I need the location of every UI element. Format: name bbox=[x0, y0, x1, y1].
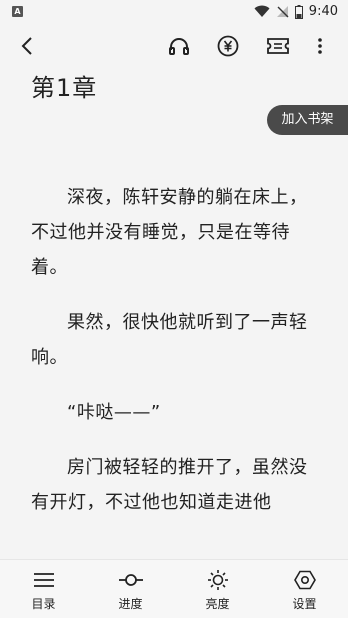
progress-icon bbox=[118, 573, 143, 586]
listen-button[interactable] bbox=[164, 24, 194, 68]
nav-catalog[interactable]: 目录 bbox=[0, 560, 87, 618]
bottom-nav: 目录 进度 亮度 设置 bbox=[0, 559, 348, 618]
menu-icon bbox=[33, 572, 54, 587]
chapter-content: 深夜，陈轩安静的躺在床上，不过他并没有睡觉，只是在等待着。 果然，很快他就听到了… bbox=[31, 180, 321, 540]
chapter-title: 第1章 bbox=[31, 74, 98, 102]
status-time: 9:40 bbox=[308, 4, 338, 19]
status-indicators: 9:40 bbox=[254, 4, 338, 19]
wifi-icon bbox=[254, 5, 270, 17]
brightness-icon bbox=[207, 569, 228, 590]
nav-label: 亮度 bbox=[205, 596, 230, 611]
battery-icon bbox=[294, 4, 303, 19]
more-icon bbox=[318, 38, 322, 54]
paragraph: 深夜，陈轩安静的躺在床上，不过他并没有睡觉，只是在等待着。 bbox=[31, 187, 308, 278]
paragraph: 果然，很快他就听到了一声轻响。 bbox=[31, 312, 308, 368]
nav-label: 进度 bbox=[118, 596, 143, 611]
more-button[interactable] bbox=[306, 24, 334, 68]
headphones-icon bbox=[169, 38, 189, 55]
notification-icon: A bbox=[12, 6, 23, 17]
reader-toolbar bbox=[0, 24, 348, 68]
yuan-icon bbox=[217, 35, 239, 57]
nav-label: 目录 bbox=[31, 596, 56, 611]
no-signal-icon bbox=[276, 6, 289, 18]
back-icon bbox=[21, 37, 32, 55]
reward-button[interactable] bbox=[213, 24, 243, 68]
nav-settings[interactable]: 设置 bbox=[261, 560, 348, 618]
back-button[interactable] bbox=[12, 24, 42, 68]
ticket-button[interactable] bbox=[262, 24, 294, 68]
nav-progress[interactable]: 进度 bbox=[87, 560, 174, 618]
settings-icon bbox=[293, 570, 316, 589]
ticket-icon bbox=[267, 38, 289, 54]
add-to-shelf-button[interactable]: 加入书架 bbox=[267, 105, 348, 135]
nav-brightness[interactable]: 亮度 bbox=[174, 560, 261, 618]
status-bar: A 9:40 bbox=[0, 0, 348, 24]
nav-label: 设置 bbox=[292, 596, 317, 611]
paragraph: “咔哒——” bbox=[67, 402, 161, 423]
paragraph: 房门被轻轻的推开了，虽然没有开灯，不过他也知道走进他 bbox=[31, 457, 308, 513]
